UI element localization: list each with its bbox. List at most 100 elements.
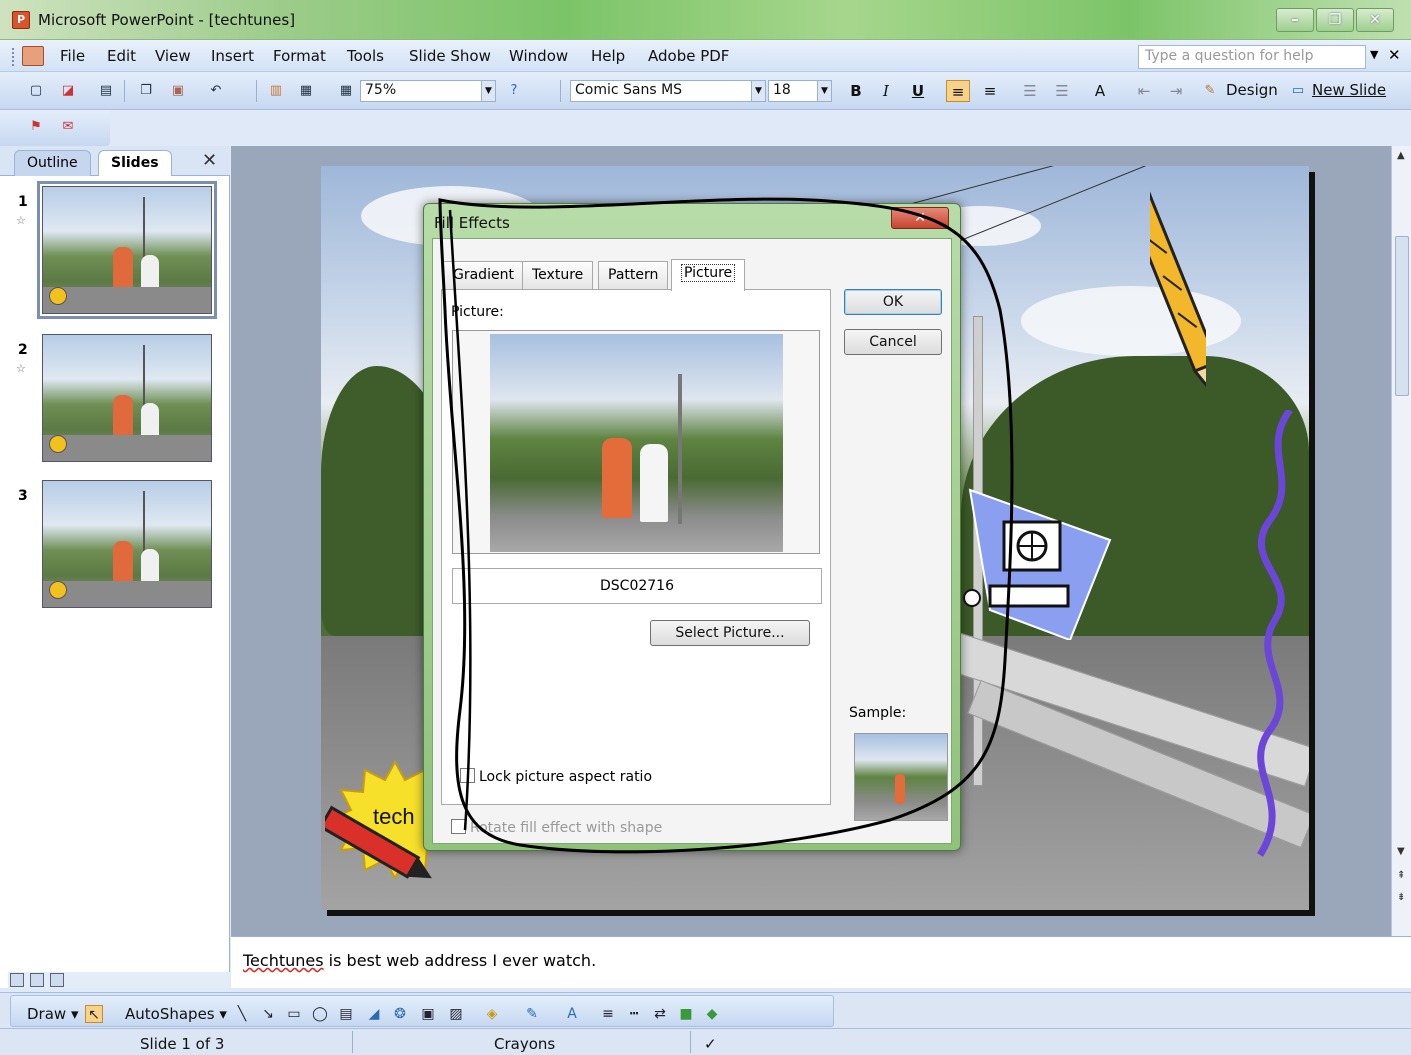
menu-tools[interactable]: Tools xyxy=(347,47,384,65)
slide-sorter-view-icon[interactable] xyxy=(30,973,44,987)
minimize-button[interactable]: – xyxy=(1276,8,1314,32)
print-icon[interactable]: ▤ xyxy=(96,81,116,101)
line-icon[interactable]: ╲ xyxy=(233,1005,251,1023)
wavy-line-clipart[interactable] xyxy=(1250,410,1310,860)
new-slide-button[interactable]: New Slide xyxy=(1312,81,1386,99)
draw-menu-button[interactable]: Draw ▾ xyxy=(27,1005,78,1023)
menu-insert[interactable]: Insert xyxy=(211,47,254,65)
toolbar-grip[interactable] xyxy=(12,48,15,66)
help-dropdown-arrow-icon[interactable]: ▼ xyxy=(1370,48,1378,61)
insert-chart-icon[interactable]: ▥ xyxy=(266,81,286,101)
slide-thumbnail-3[interactable] xyxy=(42,480,212,608)
cancel-button[interactable]: Cancel xyxy=(844,329,942,355)
arrow-style-icon[interactable]: ⇄ xyxy=(651,1005,669,1023)
tab-outline[interactable]: Outline xyxy=(14,150,91,176)
vertical-scrollbar[interactable]: ▲ ▼ ⇞ ⇟ xyxy=(1391,146,1411,936)
bold-button[interactable]: B xyxy=(844,80,868,102)
checkbox-icon[interactable] xyxy=(460,768,475,783)
menu-help[interactable]: Help xyxy=(591,47,625,65)
computer-web-clipart-icon[interactable] xyxy=(960,480,1120,640)
align-center-button[interactable]: ≡ xyxy=(978,80,1002,102)
chevron-down-icon[interactable]: ▼ xyxy=(751,81,765,101)
tab-picture[interactable]: Picture xyxy=(671,259,746,291)
document-icon[interactable] xyxy=(22,46,44,66)
numbering-icon[interactable]: ☰ xyxy=(1018,80,1042,102)
close-window-button[interactable]: ✕ xyxy=(1356,8,1394,32)
italic-button[interactable]: I xyxy=(874,80,898,102)
pencil-clipart-icon[interactable] xyxy=(1150,172,1206,422)
diagram-icon[interactable]: ❂ xyxy=(391,1005,409,1023)
textbox-icon[interactable]: ▤ xyxy=(337,1005,355,1023)
paste-icon[interactable]: ▣ xyxy=(168,81,188,101)
new-document-icon[interactable]: ▢ xyxy=(26,81,46,101)
menu-window[interactable]: Window xyxy=(509,47,568,65)
zoom-select[interactable]: 75% ▼ xyxy=(360,80,496,102)
increase-font-icon[interactable]: A xyxy=(1088,80,1112,102)
slide-show-view-icon[interactable] xyxy=(50,973,64,987)
close-document-icon[interactable]: ✕ xyxy=(1388,46,1401,64)
autoshapes-button[interactable]: AutoShapes ▾ xyxy=(125,1005,227,1023)
design-icon[interactable]: ✎ xyxy=(1200,81,1220,101)
menu-edit[interactable]: Edit xyxy=(107,47,136,65)
next-slide-icon[interactable]: ⇟ xyxy=(1397,892,1405,903)
pdf-convert-icon[interactable]: ⚑ xyxy=(26,117,46,137)
insert-table-icon[interactable]: ▦ xyxy=(296,81,316,101)
menu-format[interactable]: Format xyxy=(273,47,326,65)
notes-pane[interactable]: Techtunes is best web address I ever wat… xyxy=(231,936,1411,988)
select-objects-icon[interactable]: ↖ xyxy=(85,1005,103,1023)
dash-style-icon[interactable]: ┅ xyxy=(625,1005,643,1023)
decrease-indent-icon[interactable]: ⇤ xyxy=(1132,80,1156,102)
align-left-button[interactable]: ≡ xyxy=(946,80,970,102)
oval-icon[interactable]: ◯ xyxy=(311,1005,329,1023)
checkbox-icon[interactable] xyxy=(451,819,466,834)
chevron-down-icon[interactable]: ▼ xyxy=(817,81,831,101)
line-style-icon[interactable]: ≡ xyxy=(599,1005,617,1023)
previous-slide-icon[interactable]: ⇞ xyxy=(1397,870,1405,881)
close-pane-icon[interactable]: ✕ xyxy=(202,150,217,171)
3d-style-icon[interactable]: ◆ xyxy=(703,1005,721,1023)
select-picture-button[interactable]: Select Picture... xyxy=(650,620,810,646)
rectangle-icon[interactable]: ▭ xyxy=(285,1005,303,1023)
tab-pattern[interactable]: Pattern xyxy=(598,261,669,289)
undo-icon[interactable]: ↶ xyxy=(206,81,226,101)
menu-view[interactable]: View xyxy=(155,47,191,65)
help-search-input[interactable]: Type a question for help xyxy=(1138,45,1366,69)
copy-icon[interactable]: ❐ xyxy=(136,81,156,101)
font-color-icon[interactable]: A xyxy=(563,1005,581,1023)
rotate-fill-checkbox[interactable]: Rotate fill effect with shape xyxy=(451,819,662,836)
scroll-thumb[interactable] xyxy=(1395,236,1409,396)
picture-icon[interactable]: ▨ xyxy=(447,1005,465,1023)
scroll-down-icon[interactable]: ▼ xyxy=(1397,846,1405,857)
dialog-close-button[interactable]: ✕ xyxy=(891,207,949,229)
grid-icon[interactable]: ▦ xyxy=(336,81,356,101)
normal-view-icon[interactable] xyxy=(10,973,24,987)
menu-adobe-pdf[interactable]: Adobe PDF xyxy=(648,47,729,65)
ok-button[interactable]: OK xyxy=(844,289,942,315)
line-color-icon[interactable]: ✎ xyxy=(523,1005,541,1023)
clipart-icon[interactable]: ▣ xyxy=(419,1005,437,1023)
bullets-icon[interactable]: ☰ xyxy=(1050,80,1074,102)
underline-button[interactable]: U xyxy=(906,80,930,102)
slide-thumbnail-1[interactable] xyxy=(37,181,217,319)
powerpoint-app-icon[interactable]: P xyxy=(12,11,30,29)
scroll-up-icon[interactable]: ▲ xyxy=(1397,150,1405,161)
tab-texture[interactable]: Texture xyxy=(522,261,594,289)
design-button[interactable]: Design xyxy=(1226,81,1278,99)
slide-thumbnail-2[interactable] xyxy=(42,334,212,462)
arrow-icon[interactable]: ↘ xyxy=(259,1005,277,1023)
spelling-check-icon[interactable]: ✓ xyxy=(704,1035,717,1053)
font-size-select[interactable]: 18 ▼ xyxy=(768,80,832,102)
chevron-down-icon[interactable]: ▼ xyxy=(481,81,495,101)
tab-gradient[interactable]: Gradient xyxy=(443,261,524,289)
restore-button[interactable]: ❐ xyxy=(1316,8,1354,32)
wordart-icon[interactable]: ◢ xyxy=(365,1005,383,1023)
tab-slides[interactable]: Slides xyxy=(98,150,172,176)
menu-file[interactable]: File xyxy=(60,47,85,65)
lock-aspect-checkbox[interactable]: Lock picture aspect ratio xyxy=(460,768,652,785)
open-icon[interactable]: ◪ xyxy=(58,81,78,101)
font-name-select[interactable]: Comic Sans MS ▼ xyxy=(570,80,766,102)
increase-indent-icon[interactable]: ⇥ xyxy=(1164,80,1188,102)
help-icon[interactable]: ? xyxy=(504,81,524,101)
fill-color-icon[interactable]: ◈ xyxy=(483,1005,501,1023)
pdf-email-icon[interactable]: ✉ xyxy=(58,117,78,137)
